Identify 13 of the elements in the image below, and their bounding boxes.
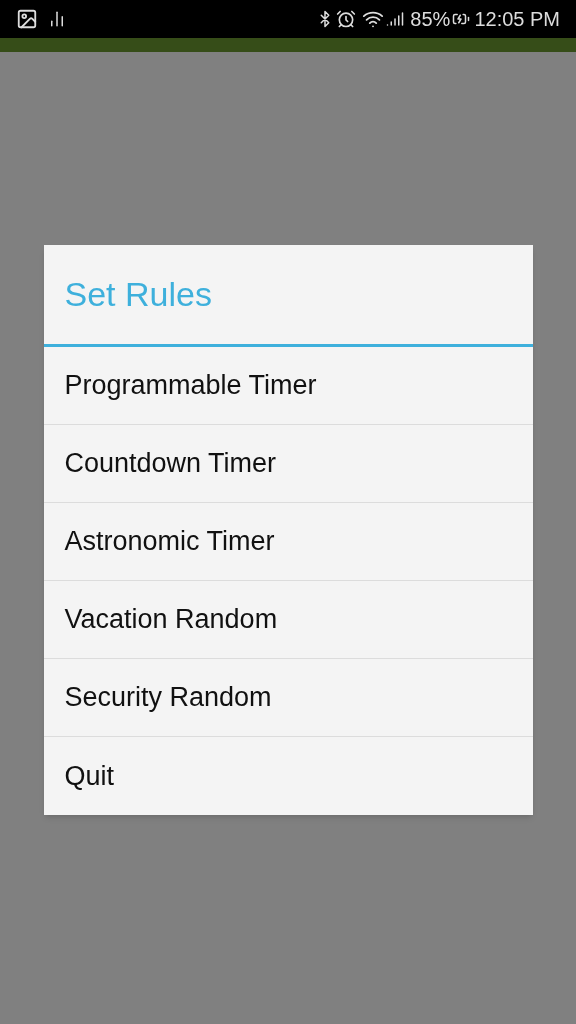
clock-time: 12:05 PM: [474, 7, 560, 32]
bar-chart-icon: [48, 10, 66, 28]
dialog-title: Set Rules: [64, 274, 212, 315]
alarm-clock-icon: [336, 9, 357, 29]
menu-item[interactable]: Countdown Timer: [43, 425, 533, 503]
image-icon: [16, 8, 38, 30]
menu-item[interactable]: Security Random: [43, 659, 533, 737]
menu-item[interactable]: Vacation Random: [43, 581, 533, 659]
menu-item[interactable]: Astronomic Timer: [43, 503, 533, 581]
battery-percentage: 85%: [410, 7, 451, 32]
signal-icon: [386, 10, 405, 28]
menu-item[interactable]: Quit: [43, 737, 533, 815]
menu-item[interactable]: Programmable Timer: [43, 347, 533, 425]
